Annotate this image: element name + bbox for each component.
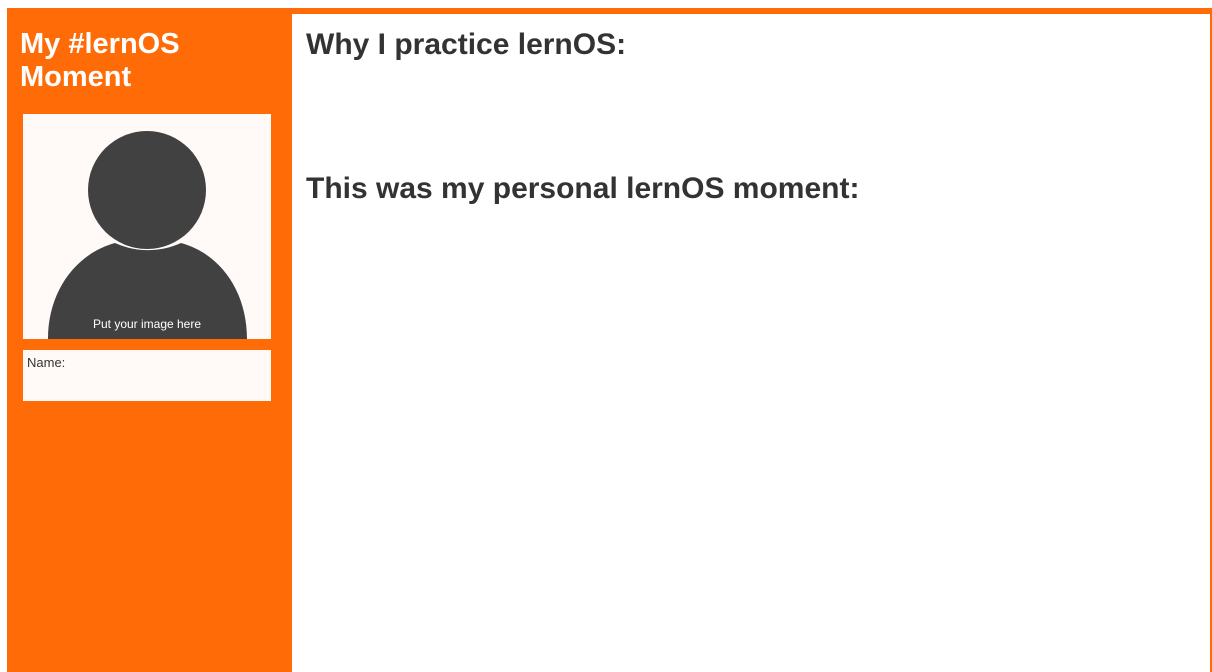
page-title-line-1: My #lernOS	[20, 28, 180, 60]
person-silhouette-icon	[48, 131, 247, 339]
photo-placeholder[interactable]: Put your image here	[23, 114, 271, 339]
sidebar: My #lernOS Moment Put your image here Na…	[7, 8, 291, 672]
page-title-line-2: Moment	[20, 61, 132, 93]
name-label: Name:	[27, 355, 66, 370]
poster-frame: My #lernOS Moment Put your image here Na…	[7, 8, 1212, 672]
content-panel: Why I practice lernOS: This was my perso…	[292, 14, 1210, 672]
heading-why-practice: Why I practice lernOS:	[306, 28, 627, 61]
heading-personal-moment: This was my personal lernOS moment:	[306, 172, 860, 205]
page-title: My #lernOS Moment	[20, 28, 270, 94]
name-field[interactable]: Name:	[23, 350, 271, 401]
photo-caption: Put your image here	[92, 317, 202, 331]
